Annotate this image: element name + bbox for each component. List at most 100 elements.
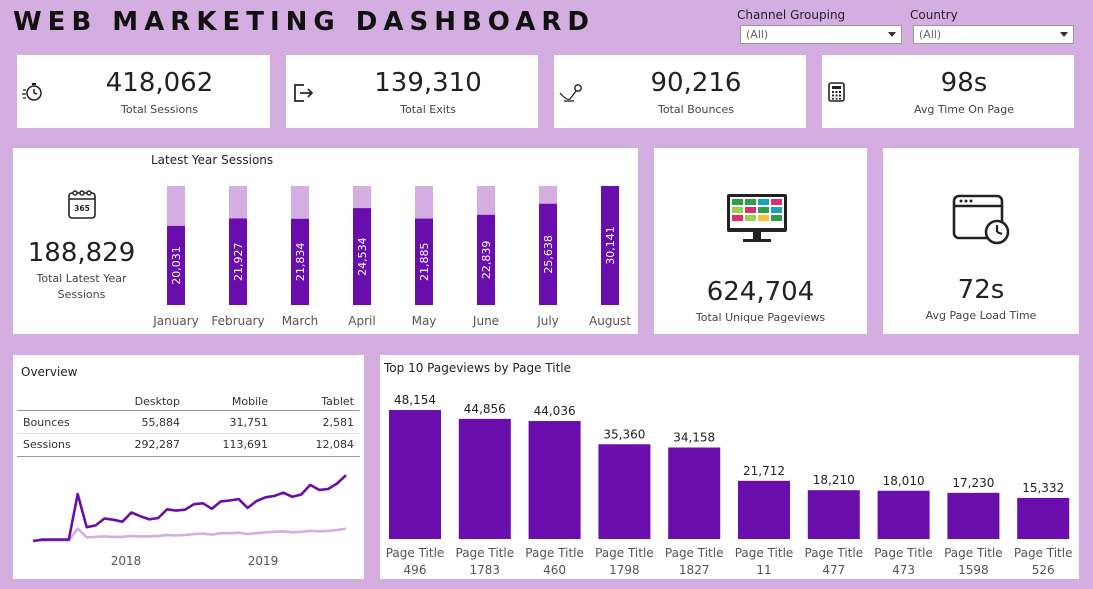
channel-grouping-select[interactable]: (All) [740,25,902,44]
data-label: 24,534 [356,237,369,276]
calendar-365-text: 365 [74,204,90,213]
kpi-card-avg-time: 98s Avg Time On Page [822,55,1074,128]
tick-label: Page Title [944,546,1003,560]
latest-year-sessions-card: Latest Year Sessions 365 188,829 Total L… [13,148,638,334]
bar [668,447,721,539]
chevron-down-icon [888,32,896,37]
bar [877,490,930,539]
tick-label: February [211,314,264,328]
tick-label: April [348,314,375,328]
overview-title: Overview [21,365,78,379]
browser-clock-icon [952,194,1010,245]
overview-col-header: Desktop [134,395,180,408]
page-title: WEB MARKETING DASHBOARD [13,7,595,37]
tick-label: Page Title [805,546,864,560]
calendar-365-icon: 365 [68,190,96,219]
chevron-down-icon [1060,32,1068,37]
data-label: 21,927 [232,242,245,281]
tick-label: 2018 [111,554,142,568]
total-sessions-label: Total Sessions [121,103,198,116]
total-bounces-value: 90,216 [650,68,742,98]
page-load-card: 72s Avg Page Load Time [883,148,1079,334]
top10-pageviews-chart: 48,154 Page Title 496 44,856 Page Title 1783 4… [386,393,1073,577]
data-label: 15,332 [1022,481,1064,495]
tick-label: March [282,314,319,328]
country-select[interactable]: (All) [913,25,1074,44]
monitor-icon [727,194,787,242]
kpi-card-sessions: 418,062 Total Sessions [17,55,270,128]
tick-label: Page Title [874,546,933,560]
kpi-card-exits: 139,310 Total Exits [286,55,538,128]
overview-cell: 31,751 [229,416,269,429]
overview-cell: 113,691 [222,438,269,451]
tick-label: May [412,314,437,328]
total-bounces-label: Total Bounces [658,103,734,116]
data-label: 18,210 [813,473,855,487]
series-line [32,527,347,543]
overview-col-header: Mobile [231,395,268,408]
avg-time-value: 98s [940,68,988,98]
tick-label: Page Title [595,546,654,560]
tick-label: 496 [404,563,427,577]
overview-cell: 12,084 [315,438,355,451]
data-label: 35,360 [603,427,645,441]
data-label: 48,154 [394,393,436,407]
channel-grouping-value: (All) [746,28,769,41]
data-label: 20,031 [170,246,183,285]
tick-label: 477 [822,563,845,577]
tick-label: July [536,314,559,328]
kpi-card-bounces: 90,216 Total Bounces [554,55,806,128]
country-filter-label: Country [910,8,958,22]
data-label: 21,834 [294,243,307,282]
tick-label: 473 [892,563,915,577]
overview-row-label: Sessions [23,438,71,451]
tick-label: January [152,314,199,328]
latest-year-title: Latest Year Sessions [151,153,274,167]
tick-label: 1783 [470,563,501,577]
page-load-value: 72s [957,275,1005,305]
table-divider [17,433,360,434]
bar [598,444,651,539]
data-label: 22,839 [480,241,493,280]
tick-label: 1598 [958,563,989,577]
tick-label: Page Title [1014,546,1073,560]
total-sessions-value: 418,062 [105,68,214,98]
overview-cell: 292,287 [134,438,181,451]
monthly-sessions-chart: 20,031 January 21,927 February 21,834 March 24… [152,186,631,328]
bar [738,480,790,539]
tick-label: 526 [1032,563,1055,577]
top10-title: Top 10 Pageviews by Page Title [384,361,572,375]
tick-label: 1798 [609,563,640,577]
tick-label: Page Title [665,546,724,560]
bar [807,490,860,539]
data-label: 21,885 [418,243,431,282]
latest-year-total-value: 188,829 [27,238,136,268]
tick-label: Page Title [386,546,445,560]
tick-label: Page Title [525,546,584,560]
data-label: 17,230 [952,476,994,490]
data-label: 21,712 [743,464,785,478]
bar [458,418,511,539]
country-value: (All) [919,28,942,41]
tick-label: Page Title [735,546,794,560]
overview-cell: 55,884 [141,416,181,429]
data-label: 44,856 [464,402,506,416]
data-label: 30,141 [604,226,617,265]
tick-label: Page Title [456,546,515,560]
bar [389,410,441,539]
bar [528,421,581,539]
data-label: 44,036 [534,404,576,418]
unique-pageviews-card: 624,704 Total Unique Pageviews [654,148,867,334]
tick-label: 2019 [248,554,279,568]
overview-cell: 2,581 [322,416,355,429]
sessions-trend-chart: 2018 2019 [32,474,347,568]
data-label: 34,158 [673,430,715,444]
overview-card: Overview Desktop Mobile Tablet Bounces 5… [13,355,364,579]
table-divider [17,456,360,457]
latest-year-total-label-line2: Sessions [57,288,106,301]
unique-pageviews-value: 624,704 [706,277,815,307]
unique-pageviews-label: Total Unique Pageviews [695,311,826,324]
total-exits-label: Total Exits [400,103,456,116]
avg-time-label: Avg Time On Page [913,103,1015,116]
tick-label: June [472,314,499,328]
